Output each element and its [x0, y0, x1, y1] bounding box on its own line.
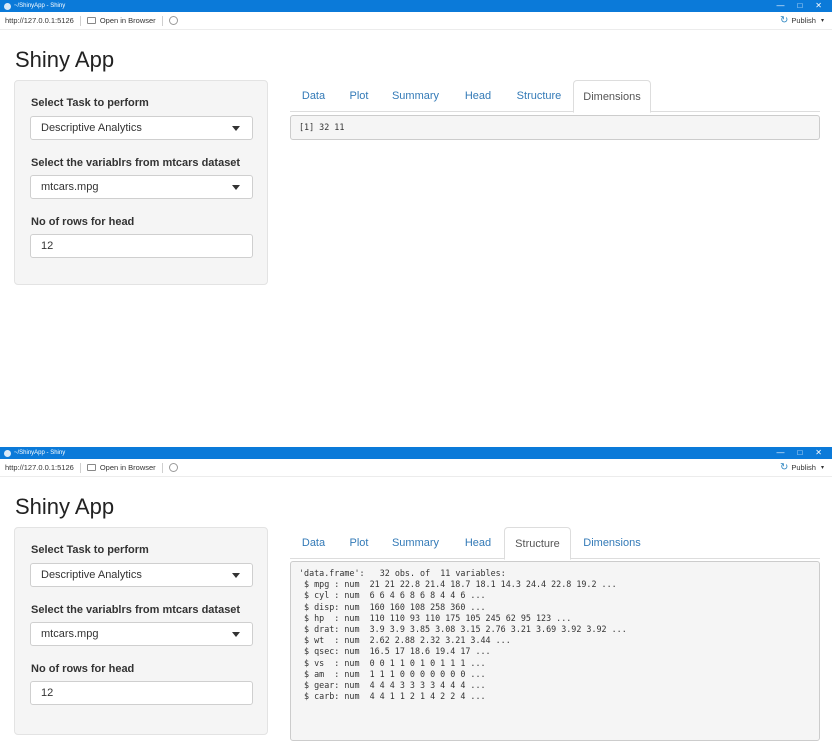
tab-summary[interactable]: Summary: [381, 80, 450, 112]
publish-label: Publish: [791, 16, 816, 25]
rows-input[interactable]: 12: [30, 234, 253, 258]
structure-output: 'data.frame': 32 obs. of 11 variables: $…: [290, 561, 820, 741]
publish-button[interactable]: ↻ Publish ▾: [779, 461, 824, 473]
viewer-toolbar: http://127.0.0.1:5126 Open in Browser ↻ …: [0, 459, 832, 477]
tab-plot[interactable]: Plot: [337, 527, 381, 559]
close-button[interactable]: ✕: [815, 0, 822, 12]
variable-select[interactable]: mtcars.mpg: [30, 622, 253, 646]
task-label: Select Task to perform: [31, 97, 149, 109]
variable-label: Select the variablrs from mtcars dataset: [31, 157, 241, 169]
window-titlebar: ~/ShinyApp - Shiny — □ ✕: [0, 0, 832, 12]
open-in-browser-button[interactable]: Open in Browser: [100, 463, 156, 472]
rstudio-icon: [4, 2, 11, 10]
url-text: http://127.0.0.1:5126: [5, 463, 74, 472]
app-title: Shiny App: [15, 494, 115, 519]
publish-caret-icon[interactable]: ▾: [821, 464, 824, 471]
task-select[interactable]: Descriptive Analytics: [30, 116, 253, 140]
rstudio-icon: [4, 449, 11, 457]
rows-label: No of rows for head: [31, 663, 135, 675]
variable-select-value: mtcars.mpg: [41, 628, 99, 640]
close-button[interactable]: ✕: [815, 447, 822, 459]
tab-plot[interactable]: Plot: [337, 80, 381, 112]
refresh-icon[interactable]: [168, 16, 178, 25]
toolbar-divider: [79, 15, 81, 26]
minimize-button[interactable]: —: [776, 447, 784, 459]
tab-data[interactable]: Data: [290, 527, 337, 559]
window-title: ~/ShinyApp - Shiny: [14, 3, 66, 9]
task-select-value: Descriptive Analytics: [41, 569, 142, 581]
rows-label: No of rows for head: [31, 216, 135, 228]
task-select[interactable]: Descriptive Analytics: [30, 563, 253, 587]
open-browser-icon: [86, 464, 96, 471]
tab-dimensions[interactable]: Dimensions: [573, 80, 651, 113]
toolbar-divider: [161, 462, 163, 473]
tab-summary[interactable]: Summary: [381, 527, 450, 559]
tab-structure[interactable]: Structure: [506, 80, 572, 112]
task-label: Select Task to perform: [31, 544, 149, 556]
open-in-browser-button[interactable]: Open in Browser: [100, 16, 156, 25]
tab-bar: Data Plot Summary Head Structure Dimensi…: [290, 80, 820, 113]
task-select-value: Descriptive Analytics: [41, 122, 142, 134]
tab-dimensions[interactable]: Dimensions: [573, 527, 651, 559]
refresh-icon[interactable]: [168, 463, 178, 472]
variable-select-value: mtcars.mpg: [41, 181, 99, 193]
restore-button[interactable]: □: [797, 447, 802, 459]
toolbar-divider: [79, 462, 81, 473]
publish-button[interactable]: ↻ Publish ▾: [779, 14, 824, 26]
restore-button[interactable]: □: [797, 0, 802, 12]
variable-select[interactable]: mtcars.mpg: [30, 175, 253, 199]
rows-input[interactable]: 12: [30, 681, 253, 705]
chevron-down-icon: [232, 632, 240, 637]
publish-icon: ↻: [779, 461, 789, 473]
open-browser-icon: [86, 17, 96, 24]
dimensions-output: [1] 32 11: [290, 115, 820, 140]
viewer-toolbar: http://127.0.0.1:5126 Open in Browser ↻ …: [0, 12, 832, 30]
chevron-down-icon: [232, 573, 240, 578]
screenshot-dimensions: ~/ShinyApp - Shiny — □ ✕ http://127.0.0.…: [0, 0, 832, 300]
minimize-button[interactable]: —: [776, 0, 784, 12]
publish-caret-icon[interactable]: ▾: [821, 17, 824, 24]
app-title: Shiny App: [15, 47, 115, 72]
sidebar-panel: Select Task to perform Descriptive Analy…: [14, 527, 268, 735]
tab-data[interactable]: Data: [290, 80, 337, 112]
window-title: ~/ShinyApp - Shiny: [14, 450, 66, 456]
chevron-down-icon: [232, 185, 240, 190]
window-titlebar: ~/ShinyApp - Shiny — □ ✕: [0, 447, 832, 459]
tab-head[interactable]: Head: [450, 80, 506, 112]
publish-label: Publish: [791, 463, 816, 472]
screenshot-structure: ~/ShinyApp - Shiny — □ ✕ http://127.0.0.…: [0, 447, 832, 747]
url-text: http://127.0.0.1:5126: [5, 16, 74, 25]
variable-label: Select the variablrs from mtcars dataset: [31, 604, 241, 616]
publish-icon: ↻: [779, 14, 789, 26]
tab-structure[interactable]: Structure: [504, 527, 571, 560]
tab-head[interactable]: Head: [450, 527, 506, 559]
chevron-down-icon: [232, 126, 240, 131]
toolbar-divider: [161, 15, 163, 26]
sidebar-panel: Select Task to perform Descriptive Analy…: [14, 80, 268, 285]
tab-bar: Data Plot Summary Head Structure Dimensi…: [290, 527, 820, 560]
